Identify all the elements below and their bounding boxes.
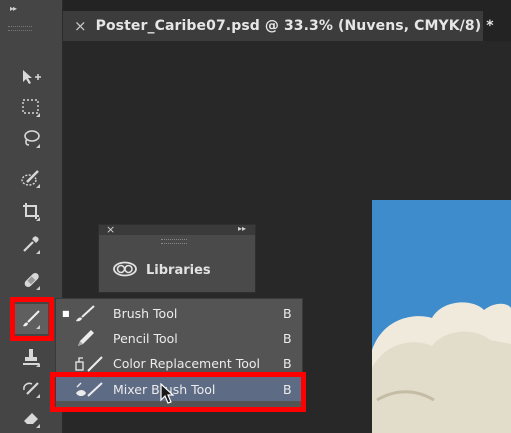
move-arrow-icon	[23, 70, 41, 84]
shortcut-key: B	[283, 305, 292, 321]
flyout-item-pencil-tool[interactable]: Pencil Tool B	[56, 326, 302, 350]
creative-cloud-libraries-icon	[112, 261, 138, 281]
move-tool[interactable]	[14, 62, 48, 92]
clone-stamp-tool[interactable]	[14, 342, 48, 372]
pencil-icon	[74, 328, 98, 351]
lasso-tool[interactable]	[14, 123, 48, 153]
shortcut-key: B	[283, 330, 292, 346]
tools-panel: ▸▸	[0, 0, 63, 433]
libraries-button[interactable]: Libraries	[146, 263, 211, 278]
panel-grip[interactable]	[161, 239, 187, 244]
history-brush-tool[interactable]	[14, 373, 48, 403]
selected-marker: ■	[62, 308, 70, 318]
flyout-item-brush-tool[interactable]: ■ Brush Tool B	[56, 301, 302, 325]
tab-title: Poster_Caribe07.psd @ 33.3% (Nuvens, CMY…	[95, 18, 494, 34]
mixer-brush-highlight-box	[50, 372, 306, 412]
eyedropper-tool[interactable]	[14, 229, 48, 259]
marquee-tool[interactable]	[14, 92, 48, 122]
document-tab[interactable]: × Poster_Caribe07.psd @ 33.3% (Nuvens, C…	[63, 11, 494, 41]
toolbar-grip[interactable]	[8, 26, 32, 31]
flyout-item-label: Brush Tool	[113, 305, 178, 321]
libraries-panel: × ▸▸ Libraries	[98, 223, 256, 293]
eraser-tool[interactable]	[14, 403, 48, 433]
document-tab-bar: × Poster_Caribe07.psd @ 33.3% (Nuvens, C…	[63, 0, 511, 41]
brush-icon	[74, 303, 98, 326]
flyout-item-label: Pencil Tool	[113, 330, 178, 346]
crop-tool[interactable]	[14, 196, 48, 226]
healing-brush-tool[interactable]	[14, 265, 48, 295]
close-icon[interactable]: ×	[106, 223, 115, 236]
libraries-panel-header[interactable]: × ▸▸	[99, 223, 255, 236]
artwork-image	[372, 200, 511, 433]
mouse-cursor-icon	[160, 382, 176, 409]
collapse-panel-icon[interactable]: ▸▸	[238, 224, 246, 233]
quick-selection-tool[interactable]	[14, 163, 48, 193]
shortcut-key: B	[283, 355, 292, 371]
flyout-item-label: Color Replacement Tool	[113, 355, 260, 371]
tab-close-button[interactable]: ×	[74, 18, 87, 34]
toolbar-collapse-icon[interactable]: ▸▸	[10, 5, 28, 13]
brush-tool-highlight-box	[10, 297, 54, 341]
